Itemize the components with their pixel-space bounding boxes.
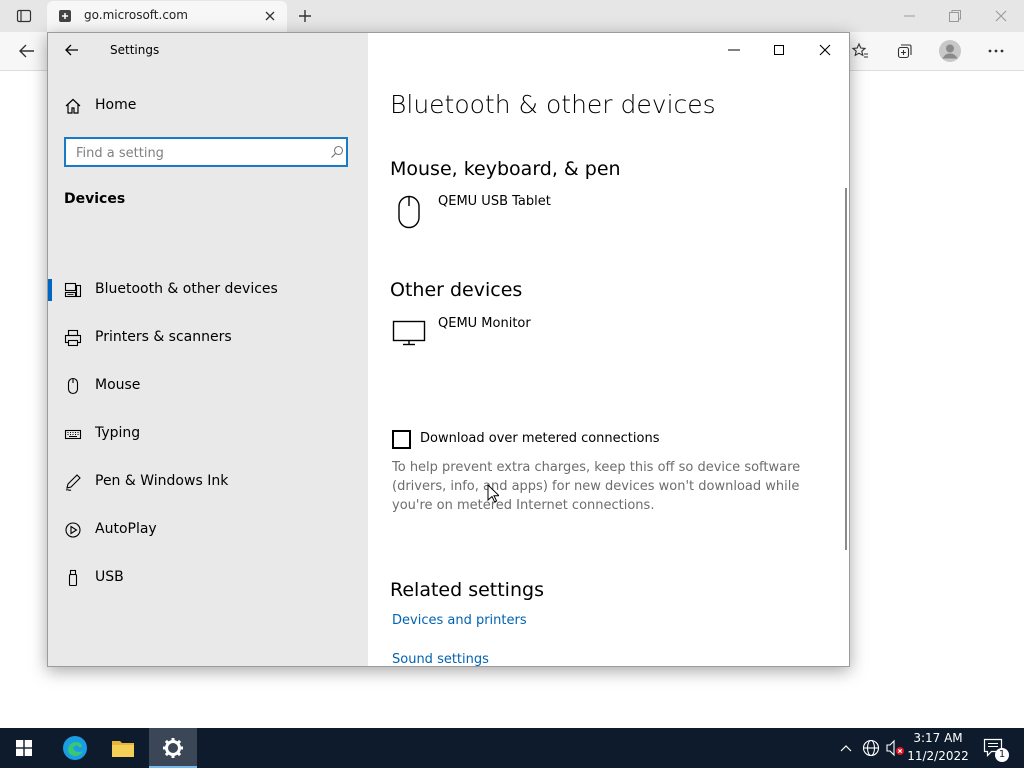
back-arrow-icon[interactable]: [64, 42, 80, 58]
more-options-icon[interactable]: [987, 42, 1005, 60]
sidebar-item-mouse[interactable]: Mouse: [48, 362, 368, 410]
home-label: Home: [95, 97, 137, 113]
sidebar-item-printers[interactable]: Printers & scanners: [48, 314, 368, 362]
sidebar-item-autoplay[interactable]: AutoPlay: [48, 506, 368, 554]
sidebar-item-label: Mouse: [95, 377, 141, 393]
mouse-icon: [64, 377, 82, 395]
start-button[interactable]: [0, 728, 48, 768]
sidebar-item-label: Pen & Windows Ink: [95, 473, 229, 489]
device-name: QEMU Monitor: [438, 316, 531, 331]
tab-actions-icon[interactable]: [16, 8, 32, 24]
minimize-icon[interactable]: [726, 42, 742, 58]
sidebar-item-label: Printers & scanners: [95, 329, 232, 345]
browser-minimize-icon[interactable]: [902, 8, 918, 24]
clock-date[interactable]: 11/2/2022: [904, 749, 972, 763]
related-settings-title: Related settings: [390, 579, 544, 601]
maximize-icon[interactable]: [771, 42, 787, 58]
usb-icon: [64, 569, 82, 587]
sidebar-item-typing[interactable]: Typing: [48, 410, 368, 458]
sidebar-item-label: USB: [95, 569, 124, 585]
scrollbar[interactable]: [845, 188, 847, 550]
browser-back-icon[interactable]: [18, 42, 36, 60]
profile-avatar-icon[interactable]: [938, 39, 962, 63]
home-icon: [64, 97, 82, 115]
sidebar-item-pen[interactable]: Pen & Windows Ink: [48, 458, 368, 506]
edge-icon: [62, 735, 88, 761]
tab-favicon-icon: [58, 9, 72, 23]
mouse-cursor-icon: [487, 484, 499, 504]
show-hidden-icons-icon[interactable]: [839, 741, 853, 755]
sidebar-item-bluetooth[interactable]: Bluetooth & other devices: [48, 266, 368, 314]
collections-icon[interactable]: [895, 42, 913, 60]
section-title-other: Other devices: [390, 279, 523, 301]
sidebar-section-title: Devices: [64, 191, 126, 207]
search-icon[interactable]: [330, 145, 344, 159]
sidebar-item-usb[interactable]: USB: [48, 554, 368, 602]
taskbar: 3:17 AM 11/2/2022 1: [0, 728, 1024, 768]
mouse-icon: [397, 195, 421, 229]
windows-logo-icon: [16, 740, 32, 756]
notification-badge: 1: [995, 748, 1009, 762]
gear-icon: [162, 737, 184, 759]
device-name: QEMU USB Tablet: [438, 194, 551, 209]
keyboard-icon: [64, 425, 82, 443]
network-icon[interactable]: [862, 739, 880, 757]
monitor-icon: [392, 320, 426, 346]
settings-window: Settings Home Devices Bluetooth & other …: [47, 32, 850, 667]
taskbar-edge-button[interactable]: [51, 728, 99, 768]
browser-tab-bar: go.microsoft.com: [0, 0, 1024, 32]
sound-settings-link[interactable]: Sound settings: [392, 652, 489, 666]
search-input[interactable]: [74, 143, 318, 163]
browser-restore-icon[interactable]: [947, 8, 963, 24]
metered-description: To help prevent extra charges, keep this…: [392, 460, 801, 513]
clock-time[interactable]: 3:17 AM: [908, 731, 968, 745]
taskbar-settings-button[interactable]: [149, 728, 197, 768]
device-item[interactable]: QEMU USB Tablet: [390, 193, 820, 233]
pen-icon: [64, 473, 82, 491]
settings-main: Bluetooth & other devices Mouse, keyboar…: [368, 33, 849, 666]
autoplay-icon: [64, 521, 82, 539]
new-tab-icon[interactable]: [297, 8, 313, 24]
printer-icon: [64, 329, 82, 347]
metered-label[interactable]: Download over metered connections: [420, 431, 659, 446]
window-title: Settings: [110, 43, 160, 57]
page-title: Bluetooth & other devices: [390, 90, 716, 119]
sidebar-item-label: Bluetooth & other devices: [95, 281, 278, 297]
search-box[interactable]: [64, 137, 348, 167]
sidebar-item-label: Typing: [95, 425, 141, 441]
sidebar-item-label: AutoPlay: [95, 521, 157, 537]
close-icon[interactable]: [817, 42, 833, 58]
sidebar-item-home[interactable]: Home: [48, 82, 368, 130]
browser-close-icon[interactable]: [993, 8, 1009, 24]
tab-title: go.microsoft.com: [84, 8, 188, 22]
device-item[interactable]: QEMU Monitor: [390, 316, 820, 358]
metered-checkbox[interactable]: [392, 430, 411, 449]
folder-icon: [111, 738, 135, 758]
taskbar-explorer-button[interactable]: [99, 728, 147, 768]
tab-close-icon[interactable]: [263, 9, 277, 23]
devices-and-printers-link[interactable]: Devices and printers: [392, 613, 527, 628]
settings-sidebar: Settings Home Devices Bluetooth & other …: [48, 33, 368, 666]
volume-muted-icon[interactable]: [885, 739, 905, 757]
section-title-mouse: Mouse, keyboard, & pen: [390, 158, 621, 180]
bluetooth-devices-icon: [64, 281, 82, 299]
favorites-icon[interactable]: [851, 42, 869, 60]
